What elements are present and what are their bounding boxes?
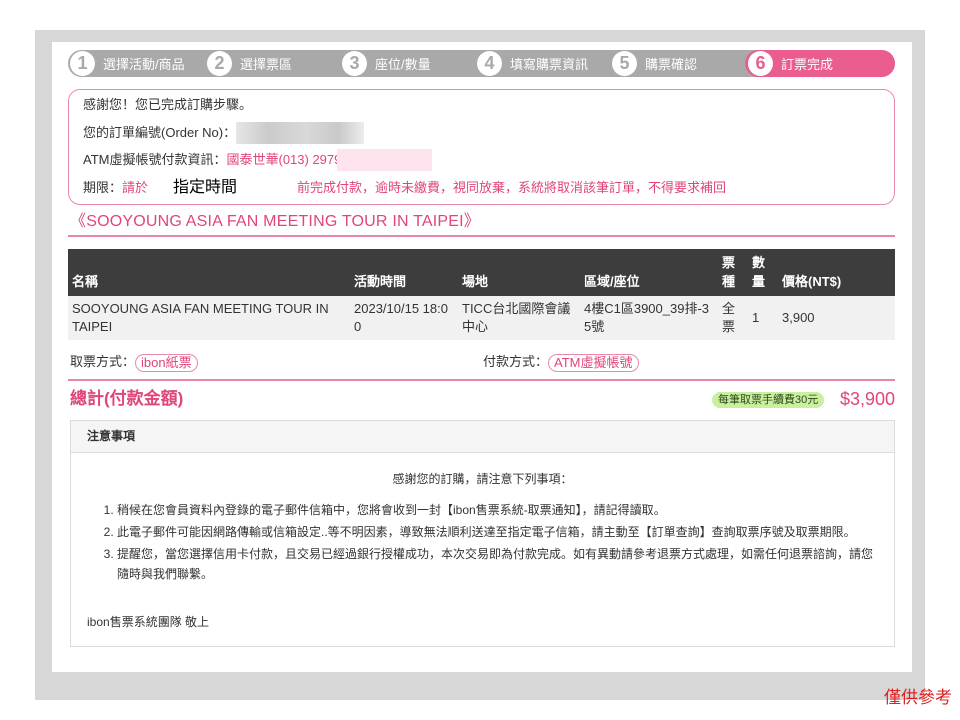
- step-number-badge: 3: [342, 51, 367, 76]
- col-header-venue: 場地: [458, 249, 580, 296]
- step-progress-bar: 1 選擇活動/商品 2 選擇票區 3 座位/數量 4 填寫購票資訊 5 購票確認…: [68, 50, 895, 77]
- deadline-warning: 前完成付款，逾時未繳費，視同放棄，系統將取消該筆訂單，不得要求補回: [297, 180, 727, 195]
- step-6-active: 6 訂票完成: [748, 51, 833, 76]
- title-divider: [68, 235, 895, 237]
- col-header-ticket-type: 票種: [718, 249, 748, 296]
- col-header-price: 價格(NT$): [778, 249, 895, 296]
- list-item: 稍候在您會員資料內登錄的電子郵件信箱中，您將會收到一封【ibon售票系統-取票通…: [117, 500, 876, 520]
- step-label: 座位/數量: [375, 57, 431, 72]
- col-header-seat: 區域/座位: [580, 249, 718, 296]
- handling-fee-badge: 每筆取票手續費30元: [712, 392, 825, 408]
- notes-panel: 注意事項 感謝您的訂購，請注意下列事項： 稍候在您會員資料內登錄的電子郵件信箱中…: [70, 420, 895, 647]
- deadline-time-placeholder: 指定時間: [153, 177, 269, 199]
- total-label: 總計(付款金額): [70, 389, 184, 408]
- step-label: 填寫購票資訊: [510, 57, 589, 72]
- payment-method-badge: ATM虛擬帳號: [548, 353, 639, 372]
- order-details-table: 名稱 活動時間 場地 區域/座位 票種 數量 價格(NT$) SOOYOUNG …: [68, 249, 895, 340]
- cell-ticket-type: 全票: [718, 296, 748, 340]
- cell-event-name: SOOYOUNG ASIA FAN MEETING TOUR IN TAIPEI: [68, 296, 350, 340]
- order-number-label: 您的訂單編號(Order No)：: [83, 125, 237, 140]
- atm-account-value: 國泰世華(013) 2979: [226, 152, 342, 167]
- step-number-badge: 4: [477, 51, 502, 76]
- step-number-badge: 6: [748, 51, 773, 76]
- notes-list: 稍候在您會員資料內登錄的電子郵件信箱中，您將會收到一封【ibon售票系統-取票通…: [71, 500, 876, 586]
- notes-signature: ibon售票系統團隊 敬上: [87, 615, 210, 629]
- atm-payment-line: ATM虛擬帳號付款資訊：國泰世華(013) 2979: [83, 149, 433, 171]
- step-5: 5 購票確認: [612, 51, 697, 76]
- notes-intro: 感謝您的訂購，請注意下列事項：: [392, 472, 573, 486]
- reference-watermark: 僅供參考: [884, 688, 952, 707]
- pickup-method-badge: ibon紙票: [135, 353, 198, 372]
- col-header-name: 名稱: [68, 249, 350, 296]
- cell-event-time: 2023/10/15 18:00: [350, 296, 458, 340]
- step-number-badge: 1: [70, 51, 95, 76]
- step-4: 4 填寫購票資訊: [477, 51, 588, 76]
- payment-method: 付款方式： ATM虛擬帳號: [483, 352, 639, 372]
- step-1: 1 選擇活動/商品: [70, 51, 185, 76]
- step-2: 2 選擇票區: [207, 51, 292, 76]
- list-item: 此電子郵件可能因網路傳輸或信箱設定..等不明因素，導致無法順利送達至指定電子信箱…: [117, 522, 876, 542]
- order-number-line: 您的訂單編號(Order No)：: [83, 122, 365, 144]
- cell-quantity: 1: [748, 296, 778, 340]
- redacted-atm-account: [337, 149, 433, 171]
- list-item: 提醒您，當您選擇信用卡付款，且交易已經過銀行授權成功，本次交易即為付款完成。如有…: [117, 544, 876, 584]
- col-header-time: 活動時間: [350, 249, 458, 296]
- total-divider: [68, 379, 895, 381]
- step-number-badge: 2: [207, 51, 232, 76]
- thanks-message: 感謝您！您已完成訂購步驟。: [83, 97, 253, 112]
- step-label: 選擇票區: [240, 57, 293, 72]
- event-title: 《SOOYOUNG ASIA FAN MEETING TOUR IN TAIPE…: [70, 213, 480, 230]
- table-row: SOOYOUNG ASIA FAN MEETING TOUR IN TAIPEI…: [68, 296, 895, 340]
- notes-title: 注意事項: [71, 421, 894, 453]
- pickup-method-label: 取票方式：: [70, 354, 136, 369]
- payment-method-label: 付款方式：: [483, 354, 549, 369]
- table-header-row: 名稱 活動時間 場地 區域/座位 票種 數量 價格(NT$): [68, 249, 895, 296]
- step-3: 3 座位/數量: [342, 51, 431, 76]
- pickup-method: 取票方式： ibon紙票: [70, 352, 198, 372]
- cell-seat: 4樓C1區3900_39排-35號: [580, 296, 718, 340]
- step-number-badge: 5: [612, 51, 637, 76]
- total-amount: $3,900: [839, 389, 895, 409]
- cell-venue: TICC台北國際會議中心: [458, 296, 580, 340]
- deadline-prefix: 請於: [122, 180, 149, 195]
- step-label: 選擇活動/商品: [103, 57, 185, 72]
- step-label: 購票確認: [645, 57, 698, 72]
- order-confirmation-box: 感謝您！您已完成訂購步驟。 您的訂單編號(Order No)： ATM虛擬帳號付…: [68, 89, 895, 205]
- redacted-order-number: [236, 122, 365, 144]
- step-label: 訂票完成: [781, 57, 834, 72]
- atm-payment-label: ATM虛擬帳號付款資訊：: [83, 152, 227, 167]
- col-header-quantity: 數量: [748, 249, 778, 296]
- deadline-label: 期限：: [83, 180, 123, 195]
- cell-price: 3,900: [778, 296, 895, 340]
- payment-deadline-line: 期限：請於 指定時間 前完成付款，逾時未繳費，視同放棄，系統將取消該筆訂單，不得要求…: [83, 177, 726, 199]
- deadline-time-box: 指定時間: [151, 177, 294, 199]
